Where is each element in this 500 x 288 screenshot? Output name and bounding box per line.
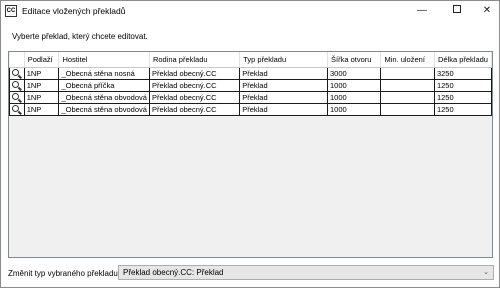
close-button[interactable]: ✕ <box>471 1 500 21</box>
translations-grid[interactable]: Podlaží Hostitel Rodina překladu Typ pře… <box>8 51 493 258</box>
cell-floor[interactable]: 1NP <box>23 66 60 80</box>
cell-type[interactable]: Překlad <box>239 102 328 116</box>
column-header-icon <box>9 52 25 68</box>
cell-floor[interactable]: 1NP <box>23 90 60 104</box>
translations-table: Podlaží Hostitel Rodina překladu Typ pře… <box>9 52 492 116</box>
cell-length[interactable]: 3250 <box>433 66 492 80</box>
window-title: Editace vložených překladů <box>22 6 126 16</box>
column-header-type[interactable]: Typ překladu <box>239 52 328 68</box>
cell-type[interactable]: Překlad <box>239 90 328 104</box>
maximize-icon <box>453 5 461 14</box>
minimize-icon: — <box>417 5 427 16</box>
change-type-select[interactable]: Překlad obecný.CC: Překlad ⌄ <box>118 265 494 280</box>
change-type-label: Změnit typ vybraného překladu: <box>8 269 121 278</box>
minimize-button[interactable]: — <box>406 1 438 21</box>
close-icon: ✕ <box>482 5 492 16</box>
cell-host[interactable]: _Obecná příčka <box>58 78 150 92</box>
app-icon: CC <box>5 5 17 17</box>
table-row[interactable]: 1NP _Obecná stěna nosná Překlad obecný.C… <box>9 66 492 80</box>
cell-family[interactable]: Překlad obecný.CC <box>148 66 241 80</box>
magnifier-icon <box>11 68 22 79</box>
cell-floor[interactable]: 1NP <box>23 78 60 92</box>
row-edit-button[interactable] <box>9 66 25 80</box>
cell-family[interactable]: Překlad obecný.CC <box>148 78 241 92</box>
column-header-width[interactable]: Šířka otvoru <box>327 52 382 68</box>
row-edit-button[interactable] <box>9 78 25 92</box>
cell-width[interactable]: 1000 <box>326 78 382 92</box>
cell-length[interactable]: 1250 <box>433 90 492 104</box>
cell-width[interactable]: 3000 <box>326 66 382 80</box>
cell-host[interactable]: _Obecná stěna obvodová <box>58 102 150 116</box>
cell-width[interactable]: 1000 <box>326 90 382 104</box>
magnifier-icon <box>11 104 22 115</box>
table-header-row: Podlaží Hostitel Rodina překladu Typ pře… <box>9 52 492 68</box>
cell-min-support[interactable] <box>380 66 435 80</box>
change-type-selected-value: Překlad obecný.CC: Překlad <box>123 268 224 277</box>
magnifier-icon <box>11 80 22 91</box>
cell-family[interactable]: Překlad obecný.CC <box>148 90 241 104</box>
row-edit-button[interactable] <box>9 90 25 104</box>
dialog-window: CC Editace vložených překladů — ✕ Vybert… <box>0 0 500 288</box>
table-row[interactable]: 1NP _Obecná stěna obvodová Překlad obecn… <box>9 102 492 116</box>
cell-min-support[interactable] <box>380 102 435 116</box>
cell-length[interactable]: 1250 <box>433 78 492 92</box>
cell-min-support[interactable] <box>380 90 435 104</box>
cell-type[interactable]: Překlad <box>239 78 328 92</box>
cell-host[interactable]: _Obecná stěna obvodová <box>58 90 150 104</box>
column-header-floor[interactable]: Podlaží <box>24 52 60 68</box>
magnifier-icon <box>11 92 22 103</box>
column-header-host[interactable]: Hostitel <box>58 52 150 68</box>
cell-length[interactable]: 1250 <box>433 102 492 116</box>
instruction-text: Vyberte překlad, který chcete editovat. <box>12 32 148 41</box>
column-header-family[interactable]: Rodina překladu <box>149 52 241 68</box>
cell-type[interactable]: Překlad <box>239 66 328 80</box>
cell-family[interactable]: Překlad obecný.CC <box>148 102 241 116</box>
table-row[interactable]: 1NP _Obecná příčka Překlad obecný.CC Pře… <box>9 78 492 92</box>
cell-host[interactable]: _Obecná stěna nosná <box>58 66 150 80</box>
chevron-down-icon[interactable]: ⌄ <box>483 268 489 276</box>
maximize-button[interactable] <box>441 1 473 21</box>
cell-floor[interactable]: 1NP <box>23 102 60 116</box>
column-header-min-support[interactable]: Min. uložení <box>380 52 435 68</box>
row-edit-button[interactable] <box>9 102 25 116</box>
cell-min-support[interactable] <box>380 78 435 92</box>
table-row[interactable]: 1NP _Obecná stěna obvodová Překlad obecn… <box>9 90 492 104</box>
column-header-length[interactable]: Délka překladu <box>434 52 492 68</box>
title-bar[interactable]: CC Editace vložených překladů — ✕ <box>1 1 499 21</box>
cell-width[interactable]: 1000 <box>326 102 382 116</box>
